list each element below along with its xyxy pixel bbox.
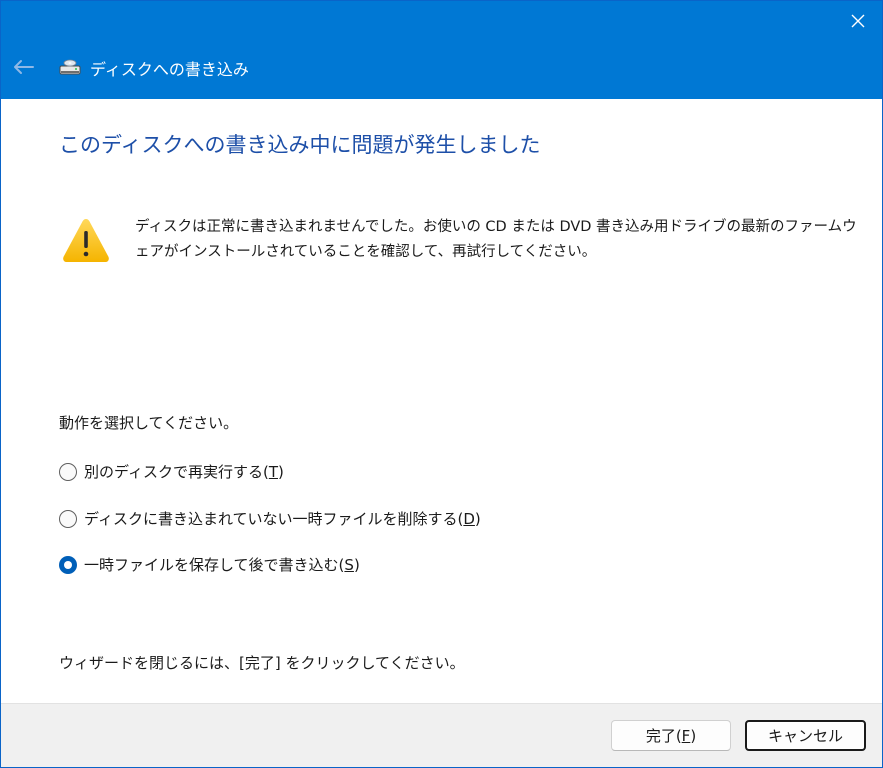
finish-button[interactable]: 完了(F) bbox=[611, 720, 731, 751]
radio-button[interactable] bbox=[59, 463, 77, 481]
option-save-temp-files[interactable]: 一時ファイルを保存して後で書き込む(S) bbox=[59, 552, 360, 578]
option-label: ディスクに書き込まれていない一時ファイルを削除する(D) bbox=[84, 510, 481, 528]
option-label: 一時ファイルを保存して後で書き込む(S) bbox=[84, 556, 360, 574]
close-icon bbox=[850, 13, 866, 33]
cancel-button[interactable]: キャンセル bbox=[745, 720, 866, 751]
close-button[interactable] bbox=[834, 1, 882, 45]
title-bar: ディスクへの書き込み bbox=[1, 1, 882, 99]
page-heading: このディスクへの書き込み中に問題が発生しました bbox=[59, 133, 541, 157]
finish-instruction: ウィザードを閉じるには、[完了] をクリックしてください。 bbox=[59, 654, 465, 672]
option-retry-another-disc[interactable]: 別のディスクで再実行する(T) bbox=[59, 459, 284, 485]
option-delete-temp-files[interactable]: ディスクに書き込まれていない一時ファイルを削除する(D) bbox=[59, 506, 481, 532]
button-bar: 完了(F) キャンセル bbox=[1, 703, 882, 767]
back-button[interactable] bbox=[9, 55, 37, 83]
warning-icon bbox=[61, 216, 111, 266]
radio-button-selected[interactable] bbox=[59, 556, 77, 574]
action-prompt: 動作を選択してください。 bbox=[59, 414, 239, 432]
window-title: ディスクへの書き込み bbox=[90, 60, 249, 79]
disc-drive-icon bbox=[59, 57, 81, 77]
burn-disc-dialog: ディスクへの書き込み このディスクへの書き込み中に問題が発生しました ディスクは… bbox=[0, 0, 883, 768]
back-arrow-icon bbox=[12, 59, 34, 79]
radio-button[interactable] bbox=[59, 510, 77, 528]
error-message: ディスクは正常に書き込まれませんでした。お使いの CD または DVD 書き込み… bbox=[135, 219, 857, 260]
option-label: 別のディスクで再実行する(T) bbox=[84, 463, 284, 481]
